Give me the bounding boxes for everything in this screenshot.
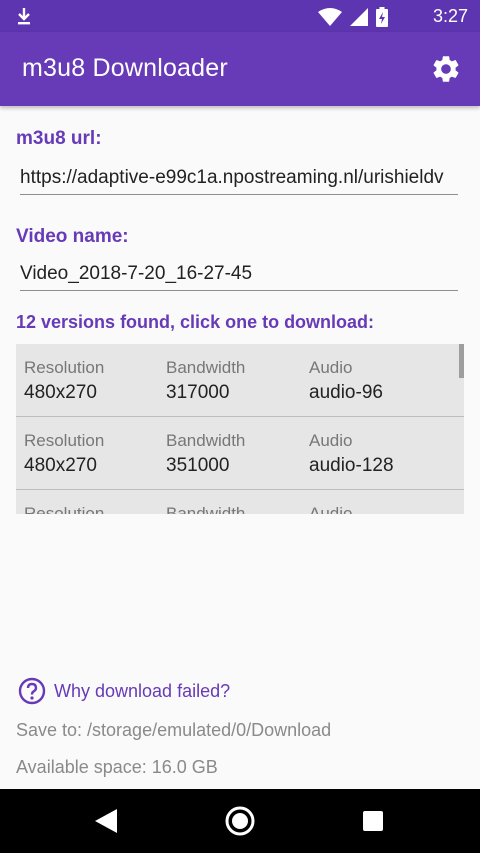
resolution-cell: Resolution 480x270	[24, 358, 104, 404]
wifi-icon	[318, 8, 342, 26]
video-name-input[interactable]	[20, 258, 458, 290]
battery-icon	[376, 7, 388, 27]
audio-header: Audio	[309, 358, 353, 377]
bandwidth-header: Bandwidth	[166, 504, 246, 514]
bandwidth-header: Bandwidth	[166, 358, 246, 377]
bandwidth-cell: Bandwidth 351000	[166, 431, 245, 477]
bandwidth-header: Bandwidth	[166, 431, 246, 450]
save-location: Save to: /storage/emulated/0/Download	[16, 720, 332, 740]
home-icon[interactable]	[224, 805, 256, 837]
versions-list[interactable]: Resolution 480x270 Bandwidth 317000 Audi…	[16, 344, 464, 514]
audio-cell: Audio audio-128	[309, 431, 394, 477]
url-field-container	[20, 162, 458, 195]
version-row[interactable]: Resolution 480x270 Bandwidth 351000 Audi…	[16, 417, 464, 490]
resolution-value: 480x270	[24, 455, 97, 476]
help-link[interactable]: Why download failed?	[18, 677, 230, 705]
download-icon	[18, 8, 30, 25]
gear-icon[interactable]	[430, 53, 462, 85]
app-title: m3u8 Downloader	[22, 54, 228, 82]
video-name-label: Video name:	[16, 226, 129, 247]
bandwidth-value: 351000	[166, 455, 230, 476]
status-clock: 3:27	[432, 6, 468, 26]
versions-header: 12 versions found, click one to download…	[16, 312, 375, 332]
resolution-header: Resolution	[24, 431, 105, 450]
resolution-cell: Resolution	[24, 504, 104, 514]
app-bar: m3u8 Downloader	[0, 32, 480, 106]
audio-header: Audio	[309, 504, 353, 514]
version-row[interactable]: Resolution 480x270 Bandwidth 317000 Audi…	[16, 344, 464, 417]
audio-value: audio-128	[309, 455, 394, 476]
bandwidth-value: 317000	[166, 382, 230, 403]
navigation-bar	[0, 789, 480, 853]
signal-icon	[350, 8, 368, 26]
version-row[interactable]: Resolution Bandwidth Audio	[16, 490, 464, 514]
available-space: Available space: 16.0 GB	[16, 757, 218, 777]
help-circle-icon	[18, 677, 46, 705]
recents-icon[interactable]	[362, 810, 384, 832]
bandwidth-cell: Bandwidth 317000	[166, 358, 245, 404]
video-name-field-container	[20, 258, 458, 291]
audio-cell: Audio	[309, 504, 352, 514]
resolution-header: Resolution	[24, 358, 105, 377]
url-input[interactable]	[20, 162, 458, 194]
status-bar: 3:27	[0, 0, 480, 32]
resolution-header: Resolution	[24, 504, 105, 514]
back-icon[interactable]	[93, 807, 119, 835]
audio-value: audio-96	[309, 382, 383, 403]
audio-header: Audio	[309, 431, 353, 450]
bandwidth-cell: Bandwidth	[166, 504, 245, 514]
resolution-value: 480x270	[24, 382, 97, 403]
resolution-cell: Resolution 480x270	[24, 431, 104, 477]
url-label: m3u8 url:	[16, 128, 102, 149]
scrollbar-thumb[interactable]	[459, 344, 464, 378]
system-icons	[318, 7, 388, 27]
help-link-label: Why download failed?	[54, 680, 231, 701]
audio-cell: Audio audio-96	[309, 358, 383, 404]
